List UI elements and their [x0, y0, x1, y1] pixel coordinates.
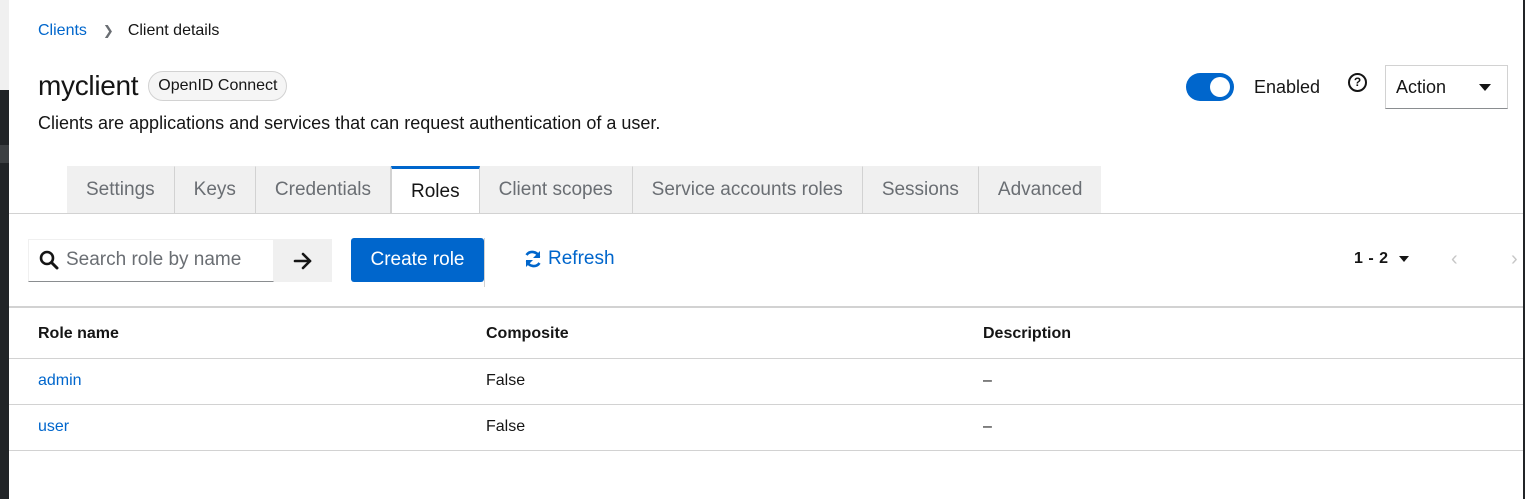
refresh-button[interactable]: Refresh [523, 248, 615, 270]
role-link-user[interactable]: user [38, 418, 69, 435]
search-submit-button[interactable] [274, 239, 332, 282]
breadcrumb: Clients ❯ Client details [38, 22, 219, 40]
tab-bar: Settings Keys Credentials Roles Client s… [67, 166, 1102, 214]
search-input[interactable] [66, 249, 266, 271]
description-cell: – [983, 357, 1523, 404]
toolbar-separator [484, 238, 485, 287]
arrow-right-icon [293, 252, 312, 269]
enabled-toggle[interactable] [1185, 73, 1234, 101]
role-link-admin[interactable]: admin [38, 372, 82, 389]
search-icon [39, 250, 59, 270]
caret-down-icon [1479, 83, 1491, 91]
column-header-composite: Composite [486, 324, 569, 342]
roles-toolbar: Create role Refresh 1 - 2 ‹ › [28, 238, 1523, 287]
composite-cell: False [486, 357, 983, 404]
role-name-cell: user [9, 403, 486, 451]
breadcrumb-current: Client details [127, 22, 220, 39]
tab-settings[interactable]: Settings [67, 166, 175, 213]
header-controls: Enabled ? Action [1185, 65, 1508, 109]
composite-cell: False [486, 403, 983, 451]
action-dropdown-label: Action [1396, 76, 1447, 97]
refresh-icon [525, 250, 541, 268]
tab-client-scopes[interactable]: Client scopes [479, 166, 633, 213]
window-left-edge [0, 0, 9, 499]
tab-credentials[interactable]: Credentials [255, 166, 392, 213]
breadcrumb-clients-link[interactable]: Clients [38, 22, 87, 40]
table-row: admin False – [9, 357, 1523, 404]
next-page-icon[interactable]: › [1511, 248, 1518, 271]
role-name-cell: admin [9, 357, 486, 404]
search-box [28, 239, 274, 282]
tab-service-accounts-roles[interactable]: Service accounts roles [632, 166, 863, 213]
previous-page-icon[interactable]: ‹ [1451, 248, 1458, 271]
tab-keys[interactable]: Keys [174, 166, 256, 213]
action-dropdown[interactable]: Action [1385, 65, 1508, 109]
tab-advanced[interactable]: Advanced [978, 166, 1102, 213]
page-title: myclient [38, 70, 139, 101]
chevron-right-icon: ❯ [102, 23, 114, 38]
question-circle-icon[interactable]: ? [1348, 72, 1367, 92]
table-header-row: Role name Composite Description [9, 308, 1523, 358]
description-cell: – [983, 403, 1523, 451]
enabled-label: Enabled [1253, 76, 1320, 97]
create-role-button[interactable]: Create role [351, 238, 484, 282]
column-header-role-name: Role name [38, 324, 119, 342]
column-header-description: Description [983, 324, 1072, 342]
roles-table: Role name Composite Description admin Fa… [9, 308, 1523, 451]
refresh-label: Refresh [548, 248, 615, 269]
pagination-range: 1 - 2 [1354, 250, 1389, 267]
tabs-divider [9, 213, 1523, 214]
caret-down-icon [1398, 256, 1409, 262]
tab-roles[interactable]: Roles [391, 166, 480, 214]
pagination-toggle[interactable]: 1 - 2 [1354, 250, 1409, 268]
title-row: myclient OpenID Connect [38, 70, 288, 102]
page-description: Clients are applications and services th… [38, 113, 661, 133]
tab-sessions[interactable]: Sessions [862, 166, 979, 213]
table-row: user False – [9, 403, 1523, 451]
protocol-badge: OpenID Connect [148, 71, 288, 101]
